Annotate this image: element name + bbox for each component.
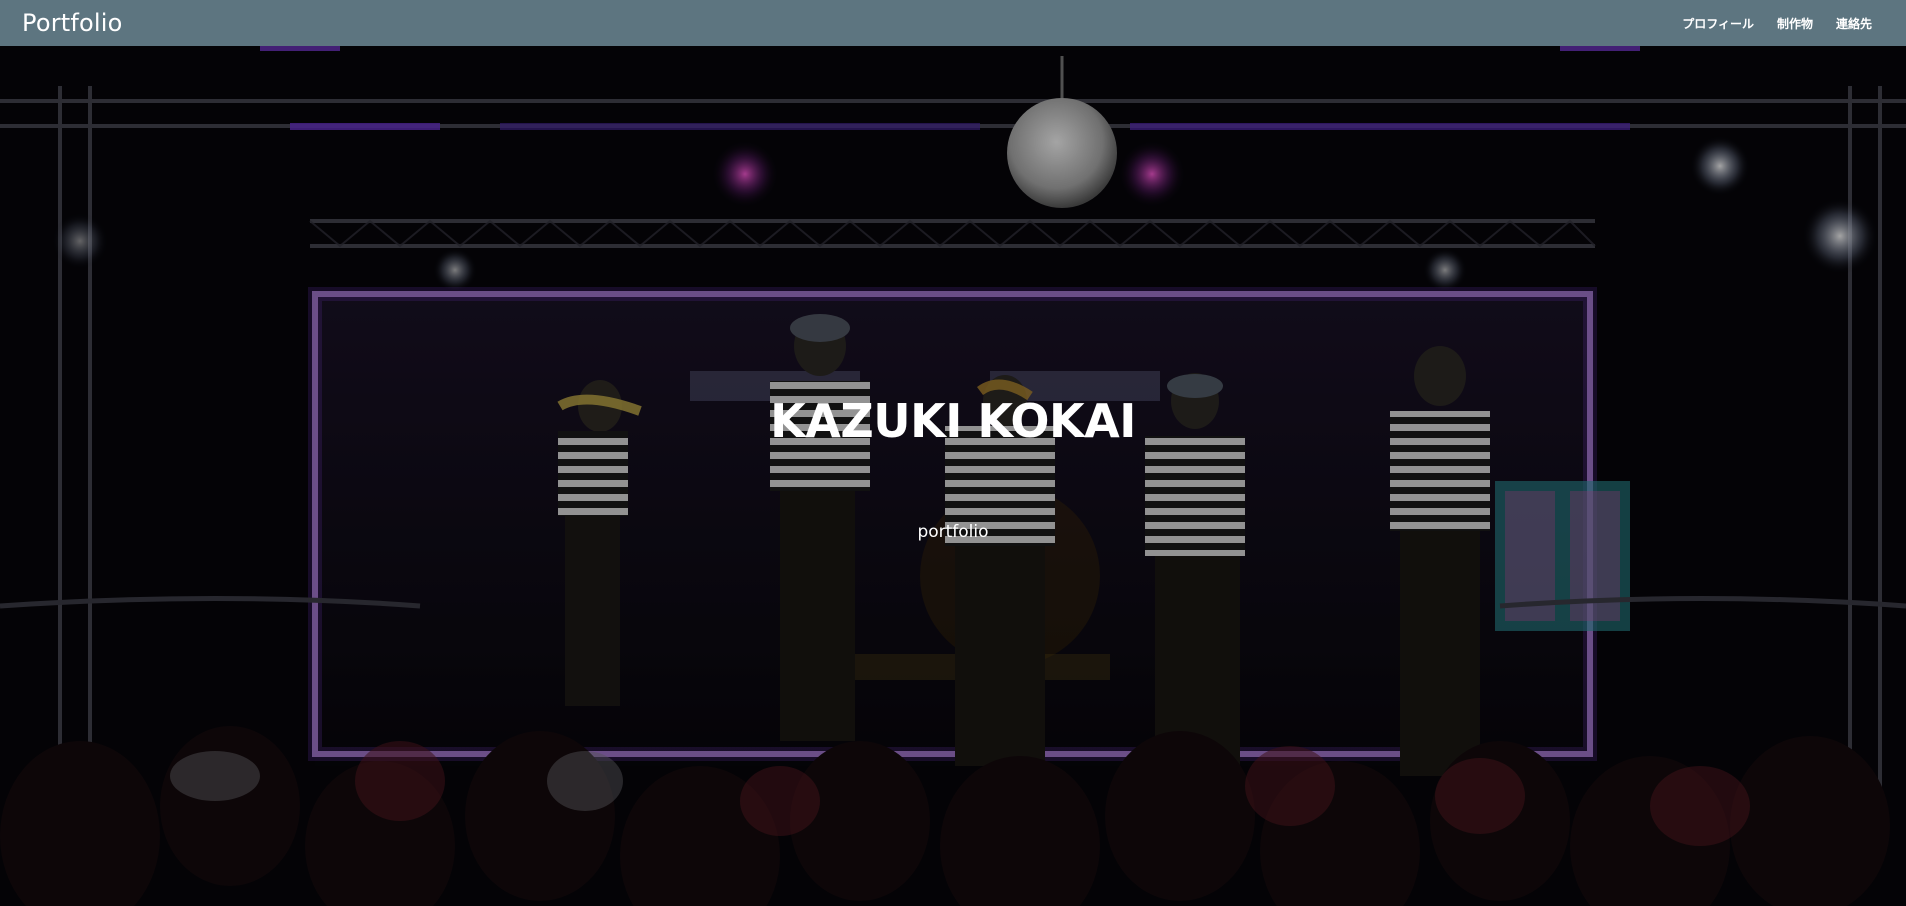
hero-subtitle: portfolio xyxy=(917,522,989,542)
nav-link-profile[interactable]: プロフィール xyxy=(1682,15,1754,32)
brand-link[interactable]: Portfolio xyxy=(22,9,123,37)
hero-section: KAZUKI KOKAI portfolio xyxy=(0,46,1906,906)
top-navbar: Portfolio プロフィール 制作物 連絡先 xyxy=(0,0,1906,46)
nav-link-contact[interactable]: 連絡先 xyxy=(1836,15,1872,32)
nav-links: プロフィール 制作物 連絡先 xyxy=(1682,15,1872,32)
hero-title: KAZUKI KOKAI xyxy=(770,394,1136,448)
nav-link-works[interactable]: 制作物 xyxy=(1777,15,1813,32)
hero-dark-overlay xyxy=(0,46,1906,906)
